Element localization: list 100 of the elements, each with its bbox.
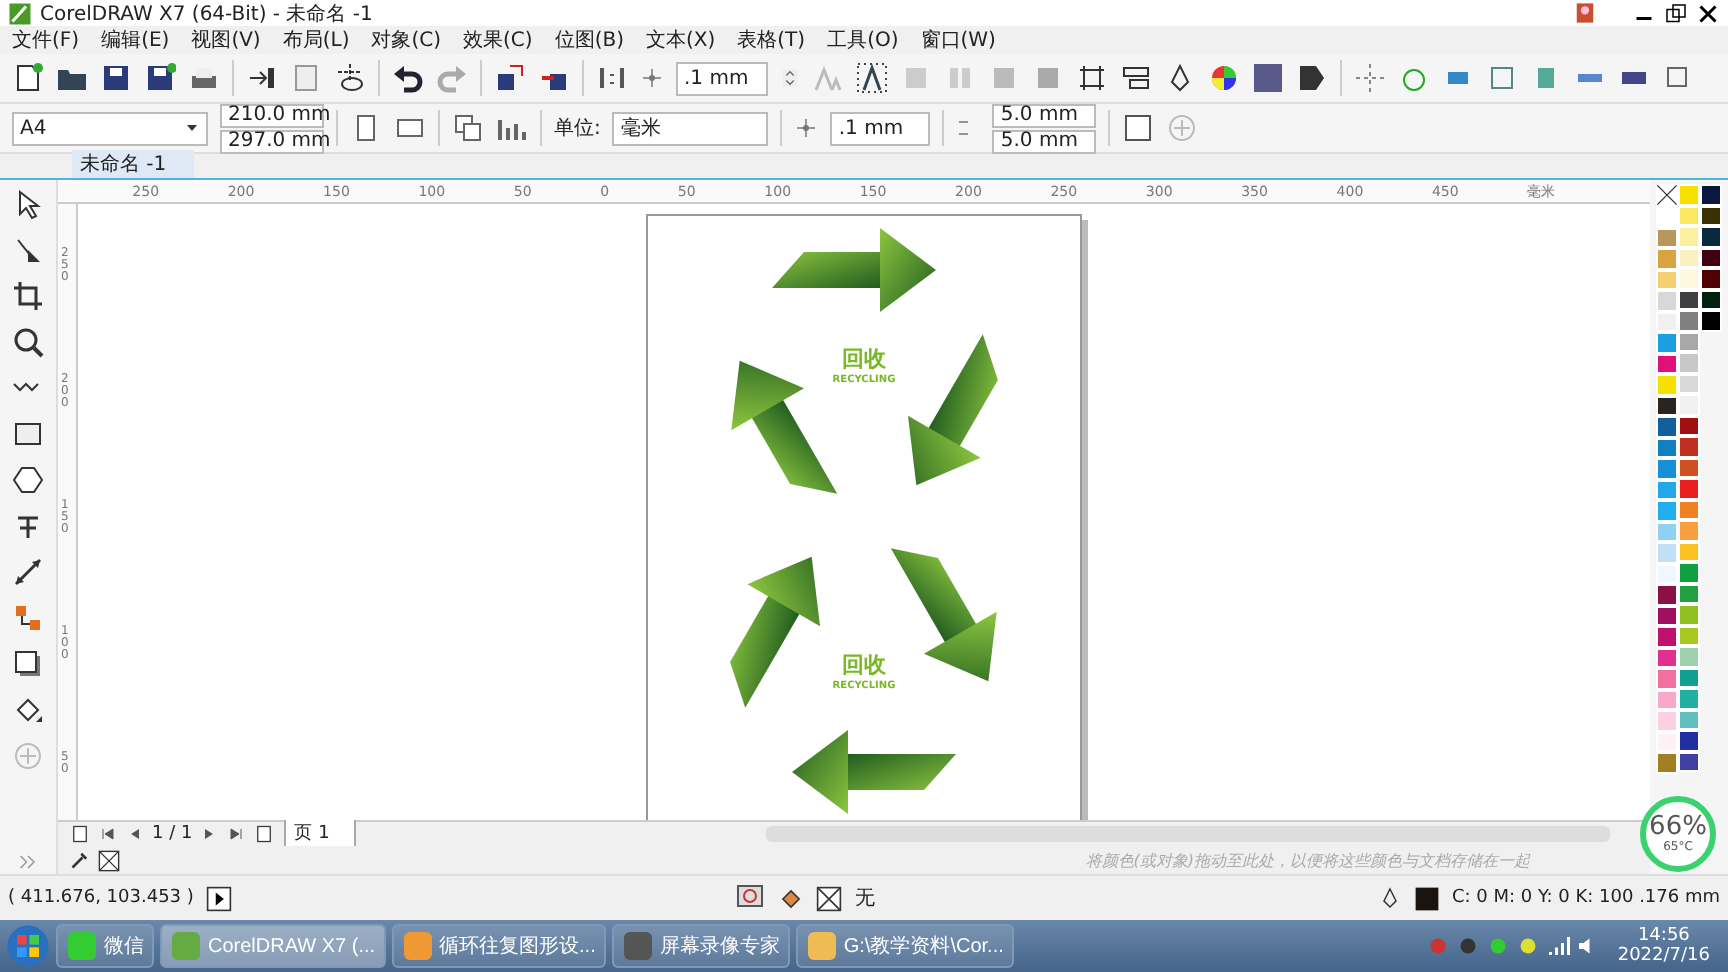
color-swatch[interactable] bbox=[1656, 500, 1678, 521]
menu-item[interactable]: 表格(T) bbox=[733, 26, 824, 54]
previous-page-icon[interactable] bbox=[126, 826, 142, 842]
taskbar-button[interactable]: 微信 bbox=[56, 924, 154, 968]
color-swatch[interactable] bbox=[1656, 479, 1678, 500]
color-swatch[interactable] bbox=[1678, 226, 1700, 247]
crop-tool-icon[interactable] bbox=[12, 280, 44, 312]
color-swatch[interactable] bbox=[1678, 394, 1700, 415]
close-icon[interactable] bbox=[1696, 1, 1720, 25]
clock[interactable]: 14:56 2022/7/16 bbox=[1605, 926, 1722, 966]
tray-icon[interactable] bbox=[1515, 934, 1540, 958]
page-icon[interactable] bbox=[290, 62, 322, 94]
menu-item[interactable]: 编辑(E) bbox=[97, 26, 188, 54]
connector-tool-icon[interactable] bbox=[12, 602, 44, 634]
color-swatch[interactable] bbox=[1678, 184, 1700, 205]
color-swatch[interactable] bbox=[1678, 457, 1700, 478]
color-swatch[interactable] bbox=[1678, 751, 1700, 772]
color-swatch[interactable] bbox=[1656, 689, 1678, 710]
nudge-icon[interactable] bbox=[640, 66, 664, 90]
color-swatch[interactable] bbox=[1656, 353, 1678, 374]
color-swatch[interactable] bbox=[1678, 499, 1700, 520]
color-swatch[interactable] bbox=[1700, 310, 1722, 331]
color-swatch[interactable] bbox=[1700, 184, 1722, 205]
color-swatch[interactable] bbox=[1700, 247, 1722, 268]
color-swatch[interactable] bbox=[1656, 647, 1678, 668]
color-swatch[interactable] bbox=[1656, 542, 1678, 563]
color-swatch[interactable] bbox=[1678, 562, 1700, 583]
color-swatch[interactable] bbox=[1656, 437, 1678, 458]
units-dropdown[interactable]: 毫米 bbox=[612, 111, 769, 145]
duplicate-x-field[interactable]: 5.0 mm bbox=[992, 103, 1097, 127]
eyedropper-icon[interactable] bbox=[70, 850, 90, 870]
start-button-icon[interactable] bbox=[6, 924, 50, 968]
color-swatch[interactable] bbox=[1656, 311, 1678, 332]
no-color-icon[interactable] bbox=[98, 849, 120, 871]
taskbar-button[interactable]: 循环往复图形设... bbox=[391, 924, 606, 968]
color-swatch[interactable] bbox=[1678, 730, 1700, 751]
table-icon[interactable] bbox=[1076, 62, 1108, 94]
shape-tool-icon[interactable] bbox=[12, 234, 44, 266]
color-swatch[interactable] bbox=[1678, 310, 1700, 331]
color-swatch[interactable] bbox=[1678, 415, 1700, 436]
printer-icon[interactable] bbox=[188, 62, 220, 94]
color-swatch[interactable] bbox=[1656, 290, 1678, 311]
color-swatch[interactable] bbox=[1656, 521, 1678, 542]
taskbar-button[interactable]: G:\教学资料\Cor... bbox=[795, 924, 1014, 968]
menu-item[interactable]: 工具(O) bbox=[823, 26, 917, 54]
color-swatch[interactable] bbox=[1678, 604, 1700, 625]
rectangle-tool-icon[interactable] bbox=[12, 418, 44, 450]
color-swatch[interactable] bbox=[1678, 352, 1700, 373]
all-pages-icon[interactable] bbox=[452, 112, 484, 144]
color-swatch[interactable] bbox=[1656, 731, 1678, 752]
menu-item[interactable]: 文本(X) bbox=[641, 26, 734, 54]
color-swatch[interactable] bbox=[1678, 520, 1700, 541]
color-swatch[interactable] bbox=[1656, 395, 1678, 416]
color-swatch[interactable] bbox=[1656, 752, 1678, 773]
menu-item[interactable]: 窗口(W) bbox=[916, 26, 1014, 54]
nudge-icon[interactable] bbox=[794, 116, 819, 140]
color-swatch[interactable] bbox=[1656, 710, 1678, 731]
color-swatch[interactable] bbox=[1678, 373, 1700, 394]
color-swatch[interactable] bbox=[1700, 226, 1722, 247]
text-frame-icon[interactable] bbox=[856, 62, 888, 94]
color-swatch[interactable] bbox=[1656, 584, 1678, 605]
color-swatch[interactable] bbox=[1678, 478, 1700, 499]
taskbar-button[interactable]: 屏幕录像专家 bbox=[611, 924, 790, 968]
color-swatch[interactable] bbox=[1656, 563, 1678, 584]
color-swatch[interactable] bbox=[1656, 248, 1678, 269]
dimension-tool-icon[interactable] bbox=[12, 556, 44, 588]
color-swatch[interactable] bbox=[1700, 268, 1722, 289]
color-swatch[interactable] bbox=[1656, 416, 1678, 437]
color-swatch[interactable] bbox=[1656, 332, 1678, 353]
color-swatch[interactable] bbox=[1678, 646, 1700, 667]
polygon-tool-icon[interactable] bbox=[12, 464, 44, 496]
color-swatch[interactable] bbox=[1678, 268, 1700, 289]
guidelines-icon[interactable] bbox=[1354, 62, 1386, 94]
color-swatch[interactable] bbox=[1678, 625, 1700, 646]
restore-icon[interactable] bbox=[1664, 1, 1688, 25]
page-tab[interactable]: 页 1 bbox=[284, 820, 356, 848]
layout-icon[interactable] bbox=[1120, 62, 1152, 94]
menu-item[interactable]: 布局(L) bbox=[278, 26, 368, 54]
color-wheel-icon[interactable] bbox=[1208, 62, 1240, 94]
color-swatch[interactable] bbox=[1678, 331, 1700, 352]
page-size-dropdown[interactable]: A4 bbox=[12, 111, 208, 145]
shadow-tool-icon[interactable] bbox=[12, 648, 44, 680]
nudge-field[interactable]: .1 mm bbox=[830, 111, 931, 145]
document-tab[interactable]: 未命名 -1 bbox=[72, 150, 195, 178]
insert-page-icon[interactable] bbox=[254, 824, 275, 844]
color-swatch[interactable] bbox=[1656, 374, 1678, 395]
color-swatch[interactable] bbox=[1656, 668, 1678, 689]
menu-item[interactable]: 视图(V) bbox=[187, 26, 279, 54]
play-icon[interactable] bbox=[205, 885, 232, 911]
signal-icon[interactable] bbox=[1545, 934, 1570, 958]
color-swatch[interactable] bbox=[1656, 626, 1678, 647]
menu-item[interactable]: 文件(F) bbox=[8, 26, 98, 54]
nudge-field[interactable]: .1 mm bbox=[676, 61, 768, 95]
view-icon[interactable] bbox=[334, 62, 366, 94]
undo-icon[interactable] bbox=[392, 62, 424, 94]
color-swatch[interactable] bbox=[1678, 709, 1700, 730]
import-icon[interactable] bbox=[246, 62, 278, 94]
expand-icon[interactable] bbox=[16, 850, 40, 874]
page-frame-icon[interactable] bbox=[1122, 112, 1155, 144]
color-swatch[interactable] bbox=[1678, 541, 1700, 562]
